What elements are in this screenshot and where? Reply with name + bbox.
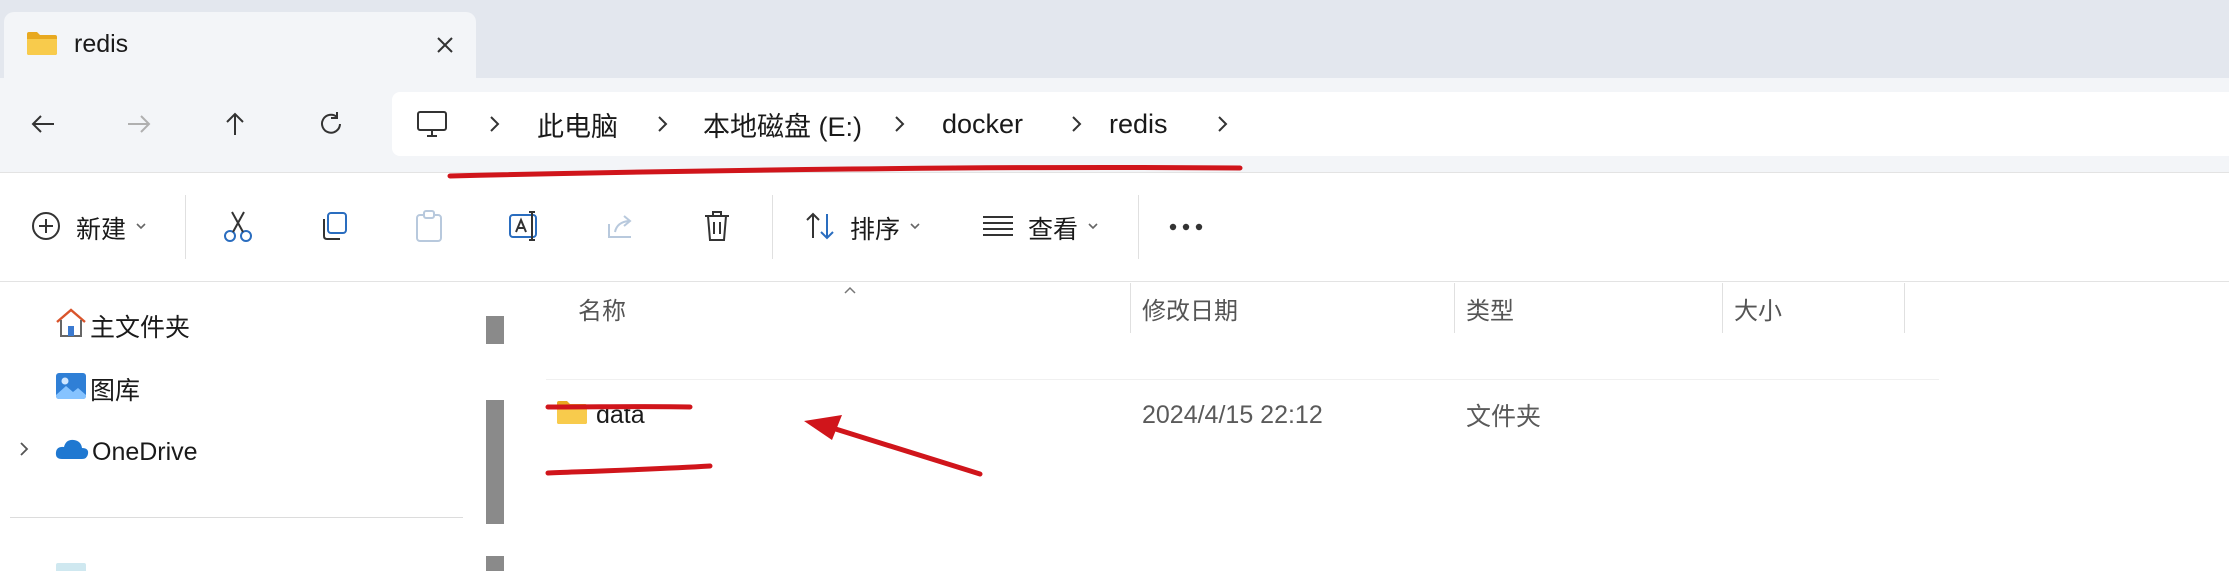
copy-button[interactable] <box>318 208 350 248</box>
plus-circle-icon <box>30 210 62 247</box>
tab-title: redis <box>74 30 129 58</box>
chevron-right-icon[interactable] <box>12 437 36 468</box>
column-divider[interactable] <box>1722 283 1723 333</box>
sidebar-item-label: 图库 <box>90 377 141 405</box>
new-button[interactable]: 新建 <box>30 208 148 248</box>
gallery-icon <box>54 370 88 409</box>
more-icon <box>1168 219 1204 237</box>
sort-icon <box>804 210 836 247</box>
cut-icon <box>222 209 254 248</box>
sidebar-item-gallery[interactable]: 图库 <box>54 367 140 411</box>
chevron-right-icon[interactable] <box>887 112 911 136</box>
sidebar-item-label: 主文件夹 <box>90 314 191 342</box>
cut-button[interactable] <box>222 208 254 248</box>
sort-ascending-icon <box>842 283 858 301</box>
sidebar-item-icon-partial <box>56 563 86 571</box>
column-divider[interactable] <box>1130 283 1131 333</box>
folder-icon <box>26 30 58 61</box>
toolbar-divider <box>1138 195 1139 259</box>
sidebar-divider <box>10 517 463 518</box>
breadcrumb-docker[interactable]: docker <box>942 92 1023 156</box>
sidebar-item-onedrive[interactable]: OneDrive <box>12 430 198 474</box>
group-separator <box>546 340 1939 380</box>
sort-button[interactable]: 排序 <box>804 208 922 248</box>
view-label: 查看 <box>1028 216 1079 244</box>
chevron-right-icon[interactable] <box>650 112 674 136</box>
chevron-right-icon[interactable] <box>482 112 506 136</box>
paste-icon <box>413 209 445 248</box>
rename-icon <box>508 209 542 248</box>
sort-label: 排序 <box>850 216 901 244</box>
column-header-type[interactable]: 类型 <box>1466 283 1514 333</box>
chevron-down-icon <box>134 219 148 238</box>
command-bar: 新建 排序 查看 <box>0 172 2229 282</box>
column-divider[interactable] <box>1454 283 1455 333</box>
sidebar-item-home[interactable]: 主文件夹 <box>54 304 190 348</box>
breadcrumb-redis[interactable]: redis <box>1109 92 1168 156</box>
file-modified: 2024/4/15 22:12 <box>1142 400 1323 429</box>
view-button[interactable]: 查看 <box>982 208 1100 248</box>
table-row[interactable]: data <box>556 395 645 435</box>
more-button[interactable] <box>1168 208 1204 248</box>
chevron-right-icon[interactable] <box>1064 112 1088 136</box>
delete-button[interactable] <box>702 208 732 248</box>
back-arrow-icon[interactable] <box>21 102 65 146</box>
scrollbar-thumb[interactable] <box>486 316 504 344</box>
column-header-size[interactable]: 大小 <box>1734 283 1782 333</box>
scrollbar-thumb[interactable] <box>486 400 504 524</box>
chevron-down-icon <box>908 219 922 238</box>
breadcrumb-this-pc[interactable]: 此电脑 <box>537 92 618 156</box>
close-icon[interactable] <box>432 32 458 58</box>
new-label: 新建 <box>76 216 127 244</box>
navigation-pane: 主文件夹 图库 OneDrive <box>0 283 478 571</box>
column-header-name[interactable]: 名称 <box>578 283 626 333</box>
breadcrumb-local-disk[interactable]: 本地磁盘 (E:) <box>703 92 862 156</box>
address-bar[interactable]: 此电脑 本地磁盘 (E:) docker redis <box>392 92 2229 156</box>
toolbar-divider <box>772 195 773 259</box>
scrollbar-thumb[interactable] <box>486 556 504 571</box>
home-icon <box>54 307 88 346</box>
view-icon <box>982 214 1014 243</box>
monitor-icon[interactable] <box>416 110 448 143</box>
tab-redis[interactable]: redis <box>4 12 476 78</box>
toolbar-divider <box>185 195 186 259</box>
chevron-right-icon[interactable] <box>1210 112 1234 136</box>
paste-button[interactable] <box>413 208 445 248</box>
navigation-bar: 此电脑 本地磁盘 (E:) docker redis <box>0 78 2229 172</box>
refresh-icon[interactable] <box>309 102 353 146</box>
folder-icon <box>556 399 588 432</box>
copy-icon <box>318 210 350 247</box>
up-arrow-icon[interactable] <box>213 102 257 146</box>
chevron-down-icon <box>1086 219 1100 238</box>
sidebar-item-label: OneDrive <box>92 437 198 466</box>
title-bar: redis <box>0 0 2229 78</box>
cloud-icon <box>54 437 90 468</box>
file-list: 名称 修改日期 类型 大小 data 2024/4/15 22:12 文件夹 <box>512 283 2229 571</box>
column-header-modified[interactable]: 修改日期 <box>1142 283 1238 333</box>
share-button[interactable] <box>605 208 637 248</box>
column-divider[interactable] <box>1904 283 1905 333</box>
rename-button[interactable] <box>508 208 542 248</box>
file-name[interactable]: data <box>596 401 645 430</box>
file-type: 文件夹 <box>1466 403 1542 431</box>
forward-arrow-icon[interactable] <box>117 102 161 146</box>
share-icon <box>605 210 637 247</box>
delete-icon <box>702 209 732 248</box>
